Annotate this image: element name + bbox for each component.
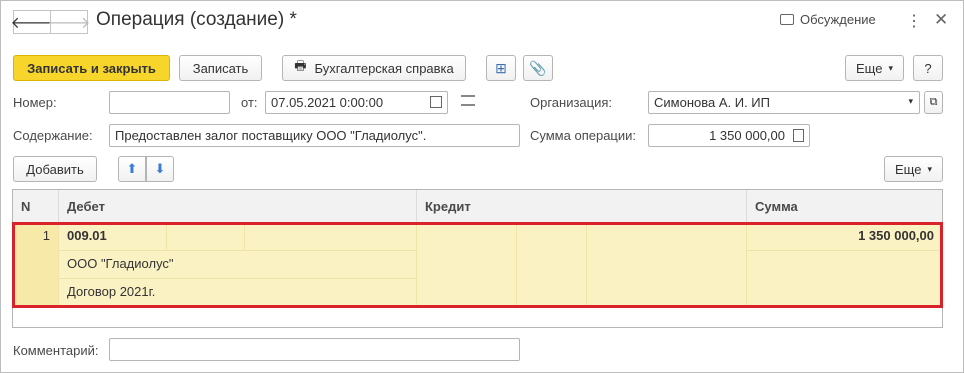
- add-row-label: Добавить: [26, 161, 84, 177]
- accounting-report-button[interactable]: 🖶 Бухгалтерская справка: [282, 55, 466, 81]
- debit-subconto-2[interactable]: Договор 2021г.: [59, 279, 417, 307]
- sum-extra-cell[interactable]: [747, 251, 942, 307]
- organization-label: Организация:: [530, 95, 613, 110]
- move-up-button[interactable]: ⬆: [118, 156, 146, 182]
- credit-extra-cell[interactable]: [517, 223, 587, 307]
- row-sum[interactable]: 1 350 000,00: [747, 223, 942, 251]
- content-label: Содержание:: [13, 128, 93, 143]
- column-header-n[interactable]: N: [13, 190, 59, 223]
- table-more-button[interactable]: Еще ▾: [884, 156, 943, 182]
- close-icon[interactable]: ✕: [934, 10, 948, 30]
- sum-value: 1 350 000,00: [709, 128, 785, 143]
- accounting-report-label: Бухгалтерская справка: [314, 60, 454, 76]
- move-down-button[interactable]: ⬇: [146, 156, 174, 182]
- table-more-label: Еще: [895, 161, 922, 177]
- debit-account[interactable]: 009.01: [59, 223, 167, 251]
- column-header-debit[interactable]: Дебет: [59, 190, 417, 223]
- add-row-button[interactable]: Добавить: [13, 156, 97, 182]
- back-button[interactable]: 🡐: [11, 10, 53, 34]
- content-field[interactable]: Предоставлен залог поставщику ООО "Глади…: [109, 124, 520, 147]
- debit-subconto-1[interactable]: ООО "Гладиолус": [59, 251, 417, 279]
- row-number: 1: [13, 223, 59, 307]
- open-icon: ⧉: [929, 96, 938, 108]
- date-label: от:: [241, 95, 258, 110]
- column-header-credit[interactable]: Кредит: [417, 190, 747, 223]
- column-header-sum[interactable]: Сумма: [747, 190, 942, 223]
- chat-icon: [780, 14, 794, 25]
- help-button[interactable]: ?: [913, 55, 943, 81]
- structure-button[interactable]: ⊞: [486, 55, 516, 81]
- debit-extra-cell[interactable]: [245, 223, 417, 251]
- more-button[interactable]: Еще ▾: [845, 55, 904, 81]
- kebab-menu-icon[interactable]: ⋮: [906, 11, 922, 31]
- open-organization-button[interactable]: ⧉: [924, 91, 943, 114]
- save-and-close-button[interactable]: Записать и закрыть: [13, 55, 170, 81]
- chevron-down-icon: ▾: [888, 62, 893, 73]
- forward-button[interactable]: 🡒: [47, 10, 91, 34]
- calculator-icon[interactable]: [793, 129, 804, 142]
- discussion-link[interactable]: Обсуждение: [780, 12, 876, 27]
- date-value: 07.05.2021 0:00:00: [271, 95, 384, 110]
- history-icon[interactable]: [461, 95, 475, 106]
- entries-table: N Дебет Кредит Сумма 1 009.01 ООО "Глади…: [12, 189, 943, 328]
- number-label: Номер:: [13, 95, 57, 110]
- comment-field[interactable]: [109, 338, 520, 361]
- page-title: Операция (создание) *: [96, 9, 297, 30]
- number-field[interactable]: [109, 91, 230, 114]
- save-button[interactable]: Записать: [179, 55, 262, 81]
- save-label: Записать: [192, 60, 249, 76]
- debit-extra-cell[interactable]: [167, 223, 245, 251]
- date-field[interactable]: 07.05.2021 0:00:00: [265, 91, 448, 114]
- credit-account[interactable]: [417, 223, 517, 307]
- paperclip-icon: 📎: [529, 59, 547, 76]
- chevron-down-icon: ▾: [927, 163, 932, 174]
- discussion-label: Обсуждение: [800, 12, 876, 27]
- structure-icon: ⊞: [495, 59, 507, 76]
- arrow-up-icon: ⬆: [126, 161, 138, 176]
- printer-icon: 🖶: [294, 58, 307, 73]
- chevron-down-icon[interactable]: ▾: [908, 96, 913, 107]
- arrow-right-icon: 🡒: [47, 14, 91, 32]
- arrow-down-icon: ⬇: [154, 161, 166, 176]
- comment-label: Комментарий:: [13, 343, 99, 358]
- calendar-icon[interactable]: [430, 96, 442, 108]
- attach-button[interactable]: 📎: [523, 55, 553, 81]
- organization-field[interactable]: Симонова А. И. ИП ▾: [648, 91, 920, 114]
- sum-label: Сумма операции:: [530, 128, 636, 143]
- table-row[interactable]: 1 009.01 ООО "Гладиолус" Договор 2021г. …: [13, 223, 942, 307]
- more-label: Еще: [856, 60, 883, 76]
- sum-field[interactable]: 1 350 000,00: [648, 124, 810, 147]
- credit-extra-cell[interactable]: [587, 223, 747, 307]
- organization-value: Симонова А. И. ИП: [654, 95, 770, 110]
- help-label: ?: [924, 60, 932, 76]
- save-and-close-label: Записать и закрыть: [27, 60, 156, 76]
